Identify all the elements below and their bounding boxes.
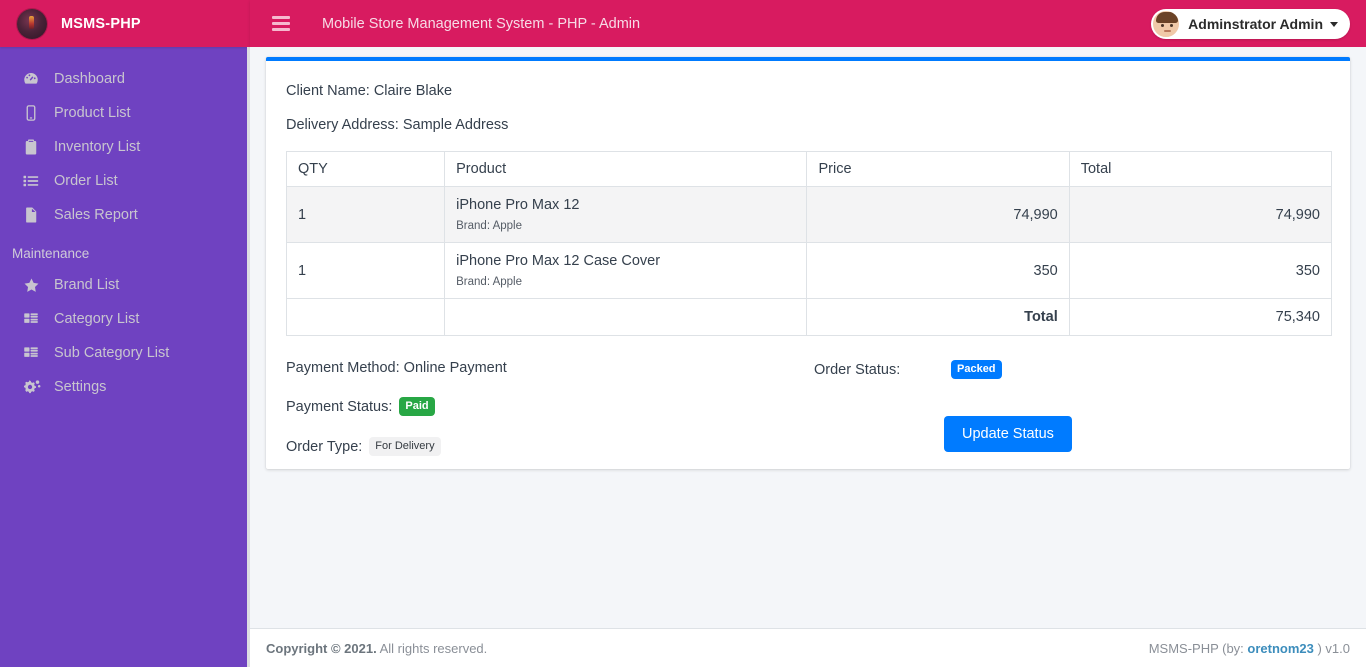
user-avatar-icon <box>1152 10 1181 38</box>
order-type-row: Order Type: For Delivery <box>286 437 507 456</box>
order-type-badge: For Delivery <box>369 437 441 456</box>
order-type-label: Order Type: <box>286 438 363 455</box>
sidebar-item-label: Brand List <box>54 277 120 293</box>
main-content: Client Name: Claire Blake Delivery Addre… <box>250 47 1366 628</box>
sidebar-item-label: Sub Category List <box>54 345 170 361</box>
column-header-price: Price <box>806 151 1070 187</box>
table-header-row: QTY Product Price Total <box>285 151 1333 187</box>
sidebar-item-label: Order List <box>54 173 118 189</box>
list-ul-icon <box>22 172 48 190</box>
brand-header[interactable]: MSMS-PHP <box>0 0 250 47</box>
column-header-product: Product <box>444 151 808 187</box>
delivery-address-line: Delivery Address: Sample Address <box>286 117 509 133</box>
dashboard-gauge-icon <box>22 70 48 88</box>
sidebar-item-category-list[interactable]: Category List <box>0 302 250 336</box>
order-meta-left: Payment Method: Online Payment Payment S… <box>286 360 507 477</box>
table-grid-icon <box>22 310 48 328</box>
cell-total: 350 <box>1068 242 1333 299</box>
star-icon <box>22 276 48 295</box>
footer-version-prefix: MSMS-PHP (by: <box>1148 640 1248 656</box>
cell-product: iPhone Pro Max 12 Brand: Apple <box>444 186 808 243</box>
sidebar-item-dashboard[interactable]: Dashboard <box>0 62 250 96</box>
cell-total: 74,990 <box>1068 186 1333 243</box>
product-name: iPhone Pro Max 12 <box>456 197 580 213</box>
cell-price: 350 <box>806 242 1070 299</box>
table-body: 1 iPhone Pro Max 12 Brand: Apple 74,990 … <box>285 186 1333 336</box>
sidebar-item-brand-list[interactable]: Brand List <box>0 268 250 302</box>
order-status-badge: Packed <box>951 360 1002 379</box>
order-status-label: Order Status: <box>814 361 901 378</box>
sidebar-nav: Dashboard Product List Inventory List Or… <box>0 47 250 404</box>
table-head: QTY Product Price Total <box>285 151 1333 187</box>
order-status-row: Order Status: Packed <box>814 360 1072 379</box>
file-document-icon <box>22 206 48 224</box>
gears-icon <box>22 377 48 397</box>
user-menu-dropdown[interactable]: Adminstrator Admin <box>1151 9 1350 39</box>
cell-qty: 1 <box>285 186 446 243</box>
sidebar-item-label: Settings <box>54 379 107 395</box>
app-root: MSMS-PHP Dashboard Product List Inventor… <box>0 0 1366 667</box>
sidebar-item-label: Sales Report <box>54 207 138 223</box>
sidebar-section-maintenance: Maintenance <box>12 246 90 261</box>
user-name-label: Adminstrator Admin <box>1188 16 1323 32</box>
payment-method-label: Payment Method: Online Payment <box>286 360 507 376</box>
footer-author-link[interactable]: oretnom23 <box>1247 641 1313 656</box>
top-navbar: Mobile Store Management System - PHP - A… <box>250 0 1366 47</box>
column-header-qty: QTY <box>285 151 446 187</box>
page-title: Mobile Store Management System - PHP - A… <box>322 15 641 32</box>
sidebar-item-label: Category List <box>54 311 140 327</box>
payment-status-label: Payment Status: <box>286 398 393 415</box>
order-details-body: Client Name: Claire Blake Delivery Addre… <box>266 61 1350 470</box>
sidebar-item-label: Inventory List <box>54 139 141 155</box>
footer-version-suffix: ) v1.0 <box>1313 640 1350 656</box>
payment-status-row: Payment Status: Paid <box>286 397 507 416</box>
grand-total-value: 75,340 <box>1068 298 1333 336</box>
page-footer: Copyright © 2021. All rights reserved. M… <box>250 628 1366 667</box>
product-brand: Brand: Apple <box>456 276 522 288</box>
table-grid-icon <box>22 344 48 362</box>
cell-empty <box>444 298 807 336</box>
brand-title: MSMS-PHP <box>61 15 141 32</box>
update-status-button[interactable]: Update Status <box>944 416 1072 452</box>
table-row: 1 iPhone Pro Max 12 Case Cover Brand: Ap… <box>285 242 1333 299</box>
footer-copyright: Copyright © 2021. All rights reserved. <box>266 641 487 656</box>
order-items-table: QTY Product Price Total 1 iPhone Pro Max… <box>285 151 1333 336</box>
order-meta-section: Payment Method: Online Payment Payment S… <box>286 360 1330 470</box>
column-header-total: Total <box>1068 151 1333 187</box>
sidebar: MSMS-PHP Dashboard Product List Inventor… <box>0 0 250 667</box>
order-details-card: Client Name: Claire Blake Delivery Addre… <box>266 57 1350 469</box>
cell-price: 74,990 <box>806 186 1070 243</box>
product-name: iPhone Pro Max 12 Case Cover <box>456 253 661 269</box>
client-name-line: Client Name: Claire Blake <box>286 83 453 99</box>
sidebar-item-sales-report[interactable]: Sales Report <box>0 198 250 232</box>
table-total-row: Total 75,340 <box>285 298 1333 336</box>
hamburger-menu-icon[interactable] <box>272 16 290 31</box>
sidebar-item-product-list[interactable]: Product List <box>0 96 250 130</box>
cell-product: iPhone Pro Max 12 Case Cover Brand: Appl… <box>444 242 808 299</box>
cell-qty: 1 <box>285 242 446 299</box>
table-row: 1 iPhone Pro Max 12 Brand: Apple 74,990 … <box>285 186 1333 243</box>
footer-version: MSMS-PHP (by: oretnom23 ) v1.0 <box>1149 641 1350 656</box>
sidebar-item-label: Product List <box>54 105 131 121</box>
sidebar-item-sub-category-list[interactable]: Sub Category List <box>0 336 250 370</box>
sidebar-item-inventory-list[interactable]: Inventory List <box>0 130 250 164</box>
footer-copyright-bold: Copyright © 2021. <box>266 640 377 656</box>
cell-empty <box>285 298 445 336</box>
product-brand: Brand: Apple <box>456 220 522 232</box>
order-meta-right: Order Status: Packed Update Status <box>814 360 1072 452</box>
app-logo-icon <box>17 8 47 39</box>
clipboard-list-icon <box>22 138 48 156</box>
mobile-phone-icon <box>22 104 48 122</box>
sidebar-item-settings[interactable]: Settings <box>0 370 250 404</box>
grand-total-label: Total <box>806 298 1070 336</box>
payment-status-badge: Paid <box>399 397 435 416</box>
chevron-down-icon <box>1330 21 1338 27</box>
sidebar-item-label: Dashboard <box>54 71 125 87</box>
footer-copyright-rest: All rights reserved. <box>376 640 488 656</box>
sidebar-item-order-list[interactable]: Order List <box>0 164 250 198</box>
payment-method-row: Payment Method: Online Payment <box>286 360 507 376</box>
